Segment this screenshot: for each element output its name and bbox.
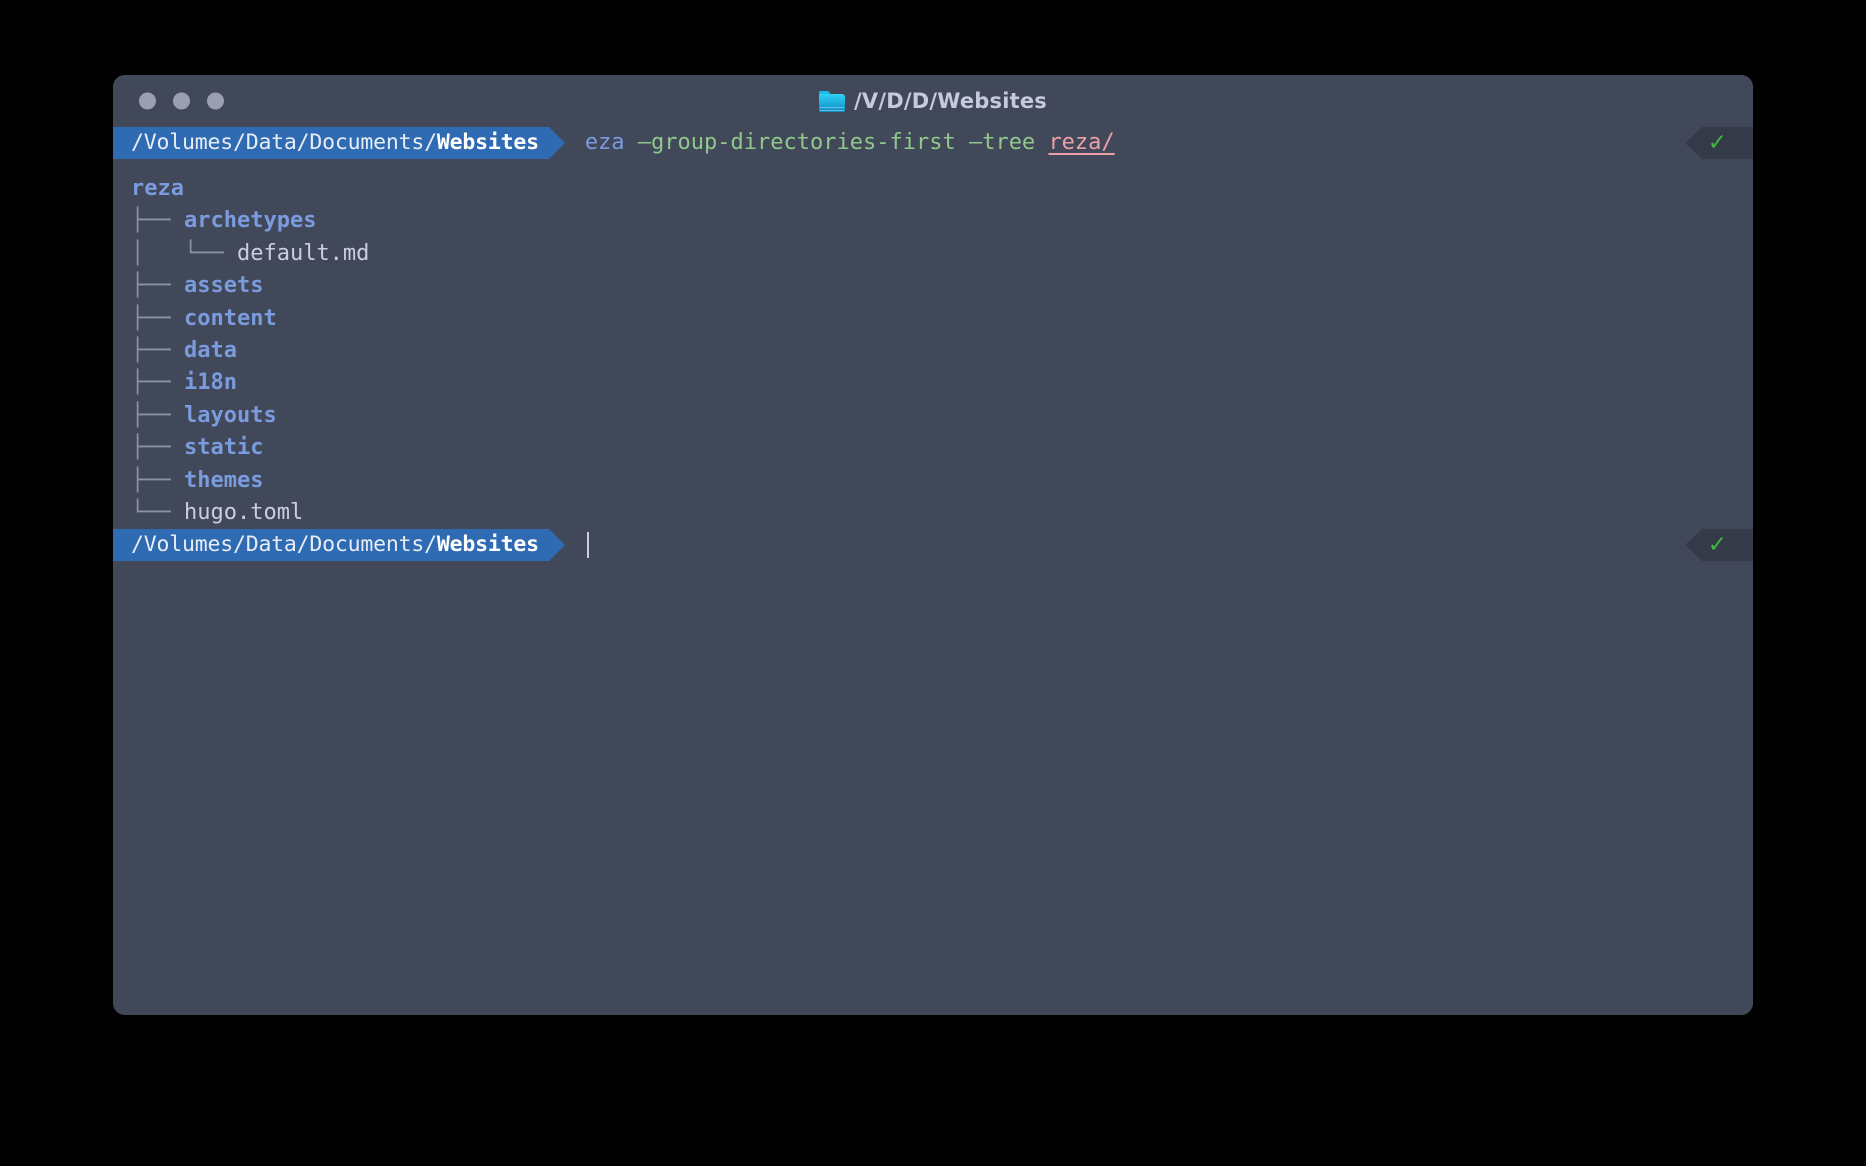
folder-icon (819, 90, 846, 112)
tree-line: reza (131, 173, 369, 205)
tree-branch-glyph: ├── (131, 467, 184, 493)
tree-line: ├── layouts (131, 400, 369, 432)
command-flag-tree: —tree (968, 129, 1036, 155)
tree-directory-name: layouts (183, 402, 277, 428)
status-chevron-notch-bottom-icon (1684, 529, 1702, 561)
window-titlebar[interactable]: /V/D/D/Websites (113, 75, 1753, 127)
tree-branch-glyph: ├── (131, 208, 184, 234)
zoom-button[interactable] (207, 92, 224, 110)
prompt-path-prefix-top: /Volumes/Data/Documents/ (131, 129, 437, 155)
status-chevron-notch-top-icon (1684, 127, 1702, 159)
terminal-window[interactable]: /V/D/D/Websites /Volumes/Data/Documents/… (113, 75, 1753, 1015)
tree-directory-name: reza (131, 176, 184, 201)
tree-line: ├── assets (131, 270, 369, 302)
tree-file-name: hugo.toml (183, 499, 304, 525)
status-indicator-top: ✓ (1684, 127, 1753, 159)
tree-line: ├── i18n (131, 367, 369, 399)
tree-branch-glyph: ├── (131, 337, 184, 363)
close-button[interactable] (139, 92, 156, 110)
tree-branch-glyph: ├── (131, 305, 184, 331)
prompt-arrow-bottom-icon (548, 529, 565, 561)
tree-line: └── hugo.toml (131, 497, 369, 529)
command-program: eza (584, 129, 625, 155)
tree-output: reza ├── archetypes │ └── default.md ├── as… (131, 173, 369, 529)
minimize-button[interactable] (173, 92, 190, 110)
status-indicator-bottom: ✓ (1684, 529, 1753, 561)
command-argument-path: reza/ (1048, 129, 1115, 155)
tree-line: ├── content (131, 303, 369, 335)
tree-branch-glyph: ├── (131, 370, 184, 396)
command-line-text: eza —group-directories-first —tree reza/ (585, 127, 1115, 159)
traffic-light-buttons[interactable] (139, 92, 224, 110)
tree-line: ├── static (131, 432, 369, 464)
window-title-text: /V/D/D/Websites (854, 89, 1047, 113)
tree-line: ├── themes (131, 465, 369, 497)
tree-directory-name: themes (183, 467, 264, 493)
tree-branch-glyph: ├── (131, 435, 184, 461)
prompt-path-current-top: Websites (436, 129, 539, 155)
command-flag-group-directories-first: —group-directories-first (637, 129, 956, 155)
tree-line: ├── archetypes (131, 205, 369, 237)
prompt-path-segment-top: /Volumes/Data/Documents/Websites (113, 127, 549, 159)
prompt-path-prefix-bottom: /Volumes/Data/Documents/ (131, 531, 437, 557)
tree-branch-glyph: ├── (131, 273, 184, 299)
prompt-path-segment-bottom: /Volumes/Data/Documents/Websites (113, 529, 549, 561)
tree-file-name: default.md (236, 240, 370, 266)
tree-branch-glyph: │ └── (131, 240, 237, 266)
tree-directory-name: static (183, 435, 264, 461)
tree-branch-glyph: └── (131, 499, 184, 525)
tree-branch-glyph: ├── (131, 402, 184, 428)
tree-directory-name: data (183, 337, 237, 363)
terminal-content-area[interactable]: /Volumes/Data/Documents/Websites eza —gr… (113, 127, 1753, 1015)
prompt-path-current-bottom: Websites (436, 531, 539, 557)
prompt-line-top: /Volumes/Data/Documents/Websites eza —gr… (113, 127, 1753, 159)
tree-directory-name: assets (183, 273, 264, 299)
tree-directory-name: content (183, 305, 277, 331)
status-check-bottom-icon: ✓ (1701, 529, 1753, 561)
tree-directory-name: i18n (183, 370, 237, 396)
window-title: /V/D/D/Websites (819, 89, 1047, 113)
status-check-top-icon: ✓ (1701, 127, 1753, 159)
tree-line: ├── data (131, 335, 369, 367)
tree-directory-name: archetypes (183, 208, 317, 234)
text-cursor[interactable] (586, 532, 589, 558)
prompt-arrow-top-icon (548, 127, 565, 159)
tree-line: │ └── default.md (131, 238, 369, 270)
prompt-line-bottom: /Volumes/Data/Documents/Websites ✓ (113, 529, 1753, 561)
